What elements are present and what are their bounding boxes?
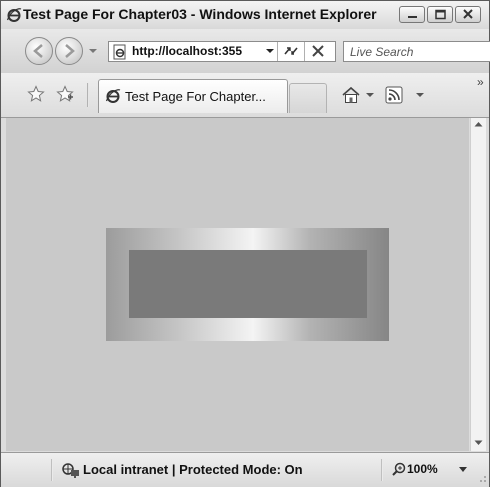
- tab-bar: Test Page For Chapter... »: [1, 73, 489, 118]
- ie-page-icon: [105, 89, 121, 103]
- browser-window: Test Page For Chapter03 - Windows Intern…: [0, 0, 490, 487]
- status-separator: [51, 459, 53, 481]
- refresh-icon[interactable]: [282, 43, 300, 59]
- address-divider: [277, 42, 278, 61]
- minimize-icon: [408, 16, 417, 18]
- search-box[interactable]: Live Search: [343, 41, 490, 62]
- security-zone-text[interactable]: Local intranet | Protected Mode: On: [83, 462, 303, 477]
- vertical-scrollbar[interactable]: [470, 118, 486, 451]
- status-separator: [381, 459, 383, 481]
- forward-arrow-icon: [65, 44, 75, 58]
- close-icon: [463, 9, 473, 19]
- address-dropdown-icon[interactable]: [264, 45, 276, 57]
- address-url[interactable]: http://localhost:355: [132, 44, 242, 58]
- address-divider: [304, 42, 305, 61]
- zoom-dropdown-icon[interactable]: [458, 466, 468, 474]
- home-icon[interactable]: [341, 86, 361, 104]
- page-icon: [113, 44, 126, 60]
- home-dropdown-icon[interactable]: [365, 86, 375, 104]
- gradient-rectangle: [106, 228, 389, 341]
- zoom-level[interactable]: 100%: [407, 462, 438, 476]
- back-arrow-icon: [33, 44, 43, 58]
- scroll-down-arrow-icon[interactable]: [474, 440, 483, 446]
- new-tab-button[interactable]: [289, 83, 327, 113]
- title-bar: Test Page For Chapter03 - Windows Intern…: [1, 1, 489, 29]
- window-title: Test Page For Chapter03 - Windows Intern…: [23, 6, 377, 22]
- status-bar: Local intranet | Protected Mode: On 100%: [1, 452, 489, 487]
- history-dropdown-icon[interactable]: [88, 46, 98, 56]
- toolbar-overflow-chevron[interactable]: »: [477, 75, 484, 89]
- zoom-magnifier-icon[interactable]: [392, 462, 406, 476]
- back-button[interactable]: [25, 37, 53, 65]
- local-intranet-icon: [62, 463, 79, 478]
- close-button[interactable]: [455, 6, 481, 23]
- search-input[interactable]: Live Search: [350, 45, 413, 59]
- minimize-button[interactable]: [399, 6, 425, 23]
- scroll-up-arrow-icon[interactable]: [474, 121, 483, 127]
- add-favorites-icon[interactable]: [56, 85, 74, 103]
- tab-test-page[interactable]: Test Page For Chapter...: [98, 79, 288, 113]
- resize-grip-icon[interactable]: [475, 471, 487, 483]
- maximize-button[interactable]: [427, 6, 453, 23]
- forward-button[interactable]: [55, 37, 83, 65]
- inner-gray-rectangle: [129, 250, 367, 318]
- tab-separator: [87, 83, 89, 107]
- maximize-icon: [435, 9, 446, 20]
- ie-logo-icon: [6, 8, 22, 22]
- stop-icon[interactable]: [309, 43, 327, 59]
- favorites-star-icon[interactable]: [27, 85, 45, 103]
- navigation-bar: http://localhost:355 Live Search: [1, 29, 490, 73]
- feeds-icon[interactable]: [385, 86, 403, 104]
- page-content: [6, 118, 469, 451]
- feeds-dropdown-icon[interactable]: [415, 86, 425, 104]
- tab-label: Test Page For Chapter...: [125, 89, 266, 104]
- address-bar[interactable]: http://localhost:355: [108, 41, 336, 62]
